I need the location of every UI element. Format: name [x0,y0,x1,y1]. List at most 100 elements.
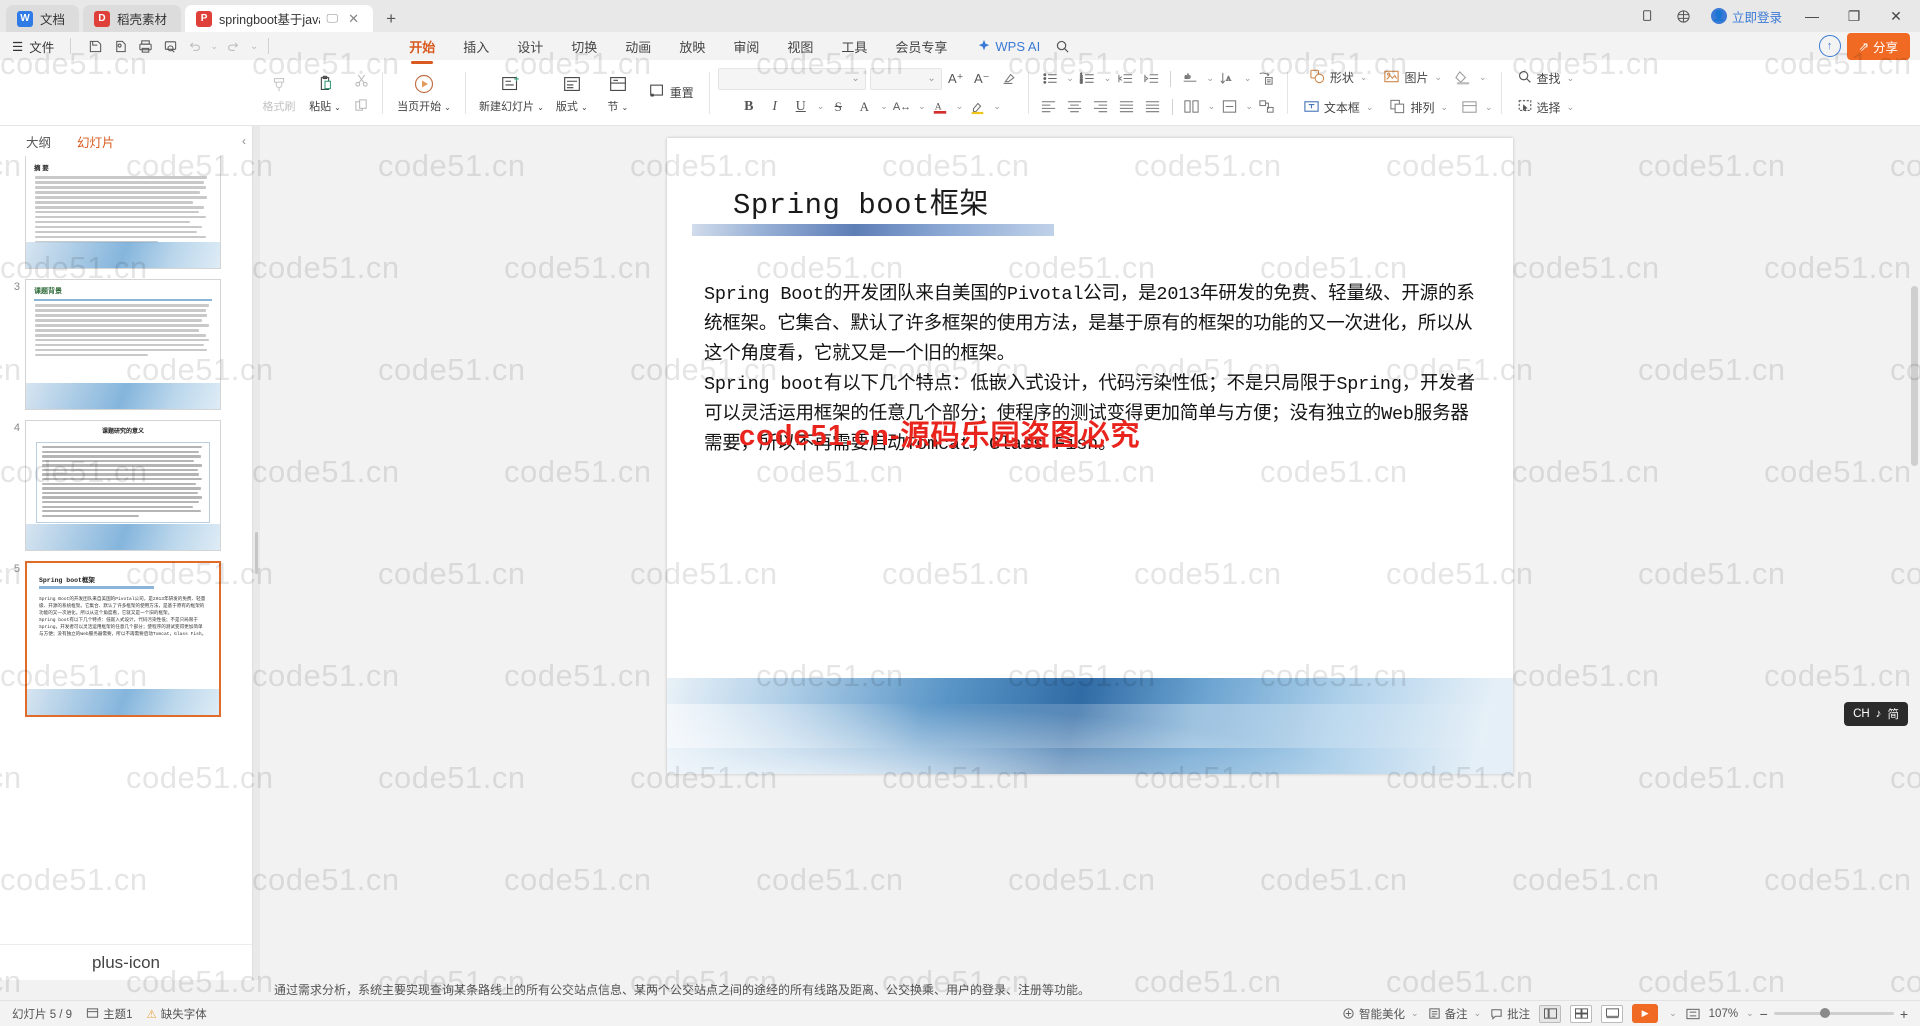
clear-format-icon[interactable] [996,67,1020,91]
chevron-down-icon[interactable]: ⌄ [1434,72,1442,83]
align-center-icon[interactable] [1063,95,1087,119]
font-size-select[interactable]: ⌄ [869,67,942,90]
active-slide[interactable]: Spring boot框架 Spring Boot的开发团队来自美国的Pivot… [667,138,1513,774]
underline-button[interactable]: U [789,95,813,119]
save-as-icon[interactable] [108,35,132,57]
chevron-down-icon[interactable]: ⌄ [1474,1008,1482,1019]
search-icon[interactable] [1050,35,1074,57]
print-preview-icon[interactable] [158,35,182,57]
fill-dropdown-icon[interactable]: ⌄ [1479,72,1487,83]
arrange-button[interactable]: 排列 ⌄ [1382,95,1455,121]
slide-thumbnails[interactable]: 2 摘 要 3 [0,156,252,944]
ribbon-tab-start[interactable]: 开始 [395,33,449,60]
cut-icon[interactable] [348,69,374,91]
select-button[interactable]: 选择 ⌄ [1510,95,1582,120]
thumbnail-row[interactable]: 3 课题背景 [0,274,252,415]
ribbon-tab-insert[interactable]: 插入 [449,33,503,60]
redo-icon[interactable] [221,35,245,57]
justify-icon[interactable] [1115,95,1139,119]
numbering-icon[interactable]: 123 [1076,67,1100,91]
tab-presentation[interactable]: P springboot基于java的城市 🖵 ✕ [185,5,374,32]
textbox-button[interactable]: 文本框 ⌄ [1296,95,1381,121]
reset-button[interactable]: 重置 [641,79,701,106]
picture-button[interactable]: 图片 ⌄ [1376,65,1449,91]
wps-ai-button[interactable]: WPS AI [977,39,1040,54]
underline-dropdown-icon[interactable]: ⌄ [817,101,825,112]
strikethrough-button[interactable]: S [826,95,850,119]
globe-icon[interactable] [1667,1,1701,31]
text-direction-dropdown-icon[interactable]: ⌄ [1244,73,1252,84]
format-painter-button[interactable]: 格式刷 [256,72,302,114]
close-window-button[interactable]: ✕ [1876,1,1916,31]
bullets-dropdown-icon[interactable]: ⌄ [1066,73,1074,84]
align-left-icon[interactable] [1037,95,1061,119]
ribbon-tab-member[interactable]: 会员专享 [881,33,961,60]
paste-button[interactable]: 粘贴 ⌄ [302,72,348,114]
print-icon[interactable] [133,35,157,57]
quickstyle-icon[interactable] [1457,96,1481,120]
chevron-down-icon[interactable]: ⌄ [1366,102,1374,113]
tab-document[interactable]: W 文档 [6,5,80,32]
undo-dropdown-icon[interactable]: ⌄ [208,35,220,57]
ribbon-tab-slideshow[interactable]: 放映 [665,33,719,60]
chevron-down-icon[interactable]: ⌄ [1440,102,1448,113]
align-text-dropdown-icon[interactable]: ⌄ [1245,101,1253,112]
monitor-icon[interactable]: 🖵 [327,11,339,26]
ribbon-tab-tools[interactable]: 工具 [827,33,881,60]
zoom-slider[interactable]: 107% ⌄ − + [1709,1006,1908,1022]
italic-button[interactable]: I [763,95,787,119]
new-slide-button[interactable]: 新建幻灯片 ⌄ [474,72,549,114]
increase-indent-icon[interactable] [1139,67,1163,91]
reading-view-icon[interactable] [1601,1004,1624,1023]
find-button[interactable]: 查找 ⌄ [1510,66,1582,91]
play-icon[interactable]: ▶ [1632,1004,1659,1023]
file-menu-button[interactable]: ☰ 文件 [0,37,64,56]
normal-view-icon[interactable] [1539,1004,1562,1023]
copy-icon[interactable] [348,94,374,116]
tab-material[interactable]: D 稻壳素材 [83,5,182,32]
notes-bar[interactable]: 通过需求分析，系统主要实现查询某条路线上的所有公交站点信息、某两个公交站点之间的… [260,978,1920,1000]
share-button[interactable]: ⇗ 分享 [1846,32,1910,60]
panel-splitter[interactable] [253,126,260,980]
smartart-icon[interactable] [1253,67,1277,91]
increase-font-icon[interactable]: A⁺ [944,67,968,91]
zoom-out-button[interactable]: − [1760,1006,1768,1022]
beautify-item[interactable]: 智能美化 ⌄ [1342,1006,1419,1022]
font-color-icon[interactable]: A [928,95,952,119]
layout-button[interactable]: 版式 ⌄ [549,72,595,114]
slide-thumbnail[interactable]: 课题研究的意义 [25,420,221,551]
minimize-button[interactable]: — [1792,1,1832,31]
font-color-dropdown-icon[interactable]: ⌄ [956,101,964,112]
shadow-button[interactable]: A [852,95,876,119]
ribbon-tab-design[interactable]: 设计 [503,33,557,60]
save-icon[interactable] [83,35,107,57]
columns-dropdown-icon[interactable]: ⌄ [1208,101,1216,112]
scrollbar-thumb[interactable] [1911,286,1918,466]
comment-item[interactable]: 批注 [1490,1006,1530,1022]
tab-slides[interactable]: 幻灯片 [77,132,115,151]
decrease-font-icon[interactable]: A⁻ [970,67,994,91]
slide-thumbnail-selected[interactable]: Spring boot框架 Spring Boot的开发团队来自美国的Pivot… [25,561,221,717]
shadow-dropdown-icon[interactable]: ⌄ [880,101,888,112]
theme-item[interactable]: 主题1 [86,1006,132,1022]
vertical-scrollbar[interactable] [1909,126,1920,980]
chevron-down-icon[interactable]: ⌄ [1567,73,1575,84]
zoom-in-button[interactable]: + [1900,1006,1908,1022]
play-dropdown-icon[interactable]: ⌄ [1669,1008,1677,1019]
start-from-current-button[interactable]: 当页开始 ⌄ [391,72,457,114]
columns-icon[interactable] [1180,95,1204,119]
spacing-dropdown-icon[interactable]: ⌄ [918,101,926,112]
numbering-dropdown-icon[interactable]: ⌄ [1104,73,1112,84]
new-tab-button[interactable]: + [377,5,405,32]
line-spacing-dropdown-icon[interactable]: ⌄ [1206,73,1214,84]
quickstyle-dropdown-icon[interactable]: ⌄ [1485,102,1493,113]
chevron-left-icon[interactable]: ‹ [242,134,246,148]
maximize-button[interactable]: ❐ [1834,1,1874,31]
missing-font-item[interactable]: ⚠ 缺失字体 [146,1006,206,1022]
font-family-select[interactable]: ⌄ [717,67,866,90]
fill-icon[interactable] [1451,66,1475,90]
ribbon-tab-transition[interactable]: 切换 [557,33,611,60]
chevron-down-icon[interactable]: ⌄ [1567,102,1575,113]
zoom-dropdown-icon[interactable]: ⌄ [1746,1008,1754,1019]
close-icon[interactable]: ✕ [348,11,359,27]
